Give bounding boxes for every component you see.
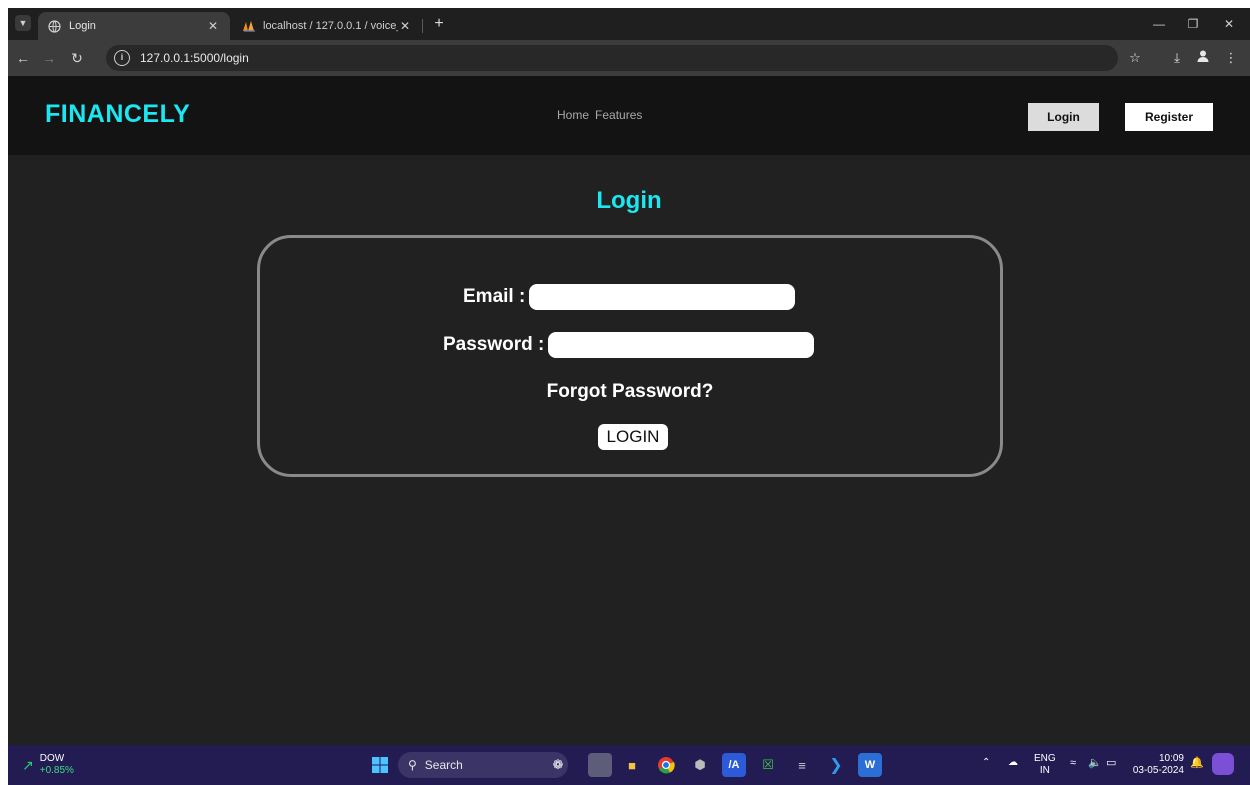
file-explorer-icon[interactable]: ■ [620,753,644,777]
header-register-button[interactable]: Register [1125,103,1213,131]
ticker-change: +0.85% [39,765,74,776]
address-bar[interactable]: i 127.0.0.1:5000/login [106,45,1118,71]
window-close-icon[interactable]: ✕ [1214,14,1244,34]
xbox-icon[interactable]: ☒ [756,753,780,777]
search-highlight-icon[interactable]: ❁ [538,753,578,777]
terminal-icon[interactable]: ≡ [790,753,814,777]
trend-up-icon: ↗ [22,756,34,773]
bookmark-star-icon[interactable]: ☆ [1126,49,1144,67]
url-text: 127.0.0.1:5000/login [140,51,249,65]
ticker-name: DOW [39,753,65,764]
main-nav: Home Features [557,108,642,122]
site-header: FINANCELY Home Features Login Register [8,76,1250,155]
clock[interactable]: 10:09 03-05-2024 [1126,753,1184,777]
forward-icon[interactable]: → [40,49,58,67]
task-view-icon[interactable] [588,753,612,777]
tab-strip: ▼ Login ✕ localhost / 127.0.0.1 / voice_… [8,8,1250,40]
email-label: Email : [463,286,526,307]
vscode-icon[interactable]: ❯ [824,753,848,777]
volume-icon[interactable]: 🔈 [1088,757,1102,769]
reload-icon[interactable]: ↻ [68,49,86,67]
chevron-up-icon[interactable]: ⌃ [982,757,990,769]
search-icon: ⚲ [408,758,417,772]
app-hexagon-icon[interactable]: ⬢ [688,753,712,777]
wifi-icon[interactable]: ≈ [1070,757,1076,769]
page-title: Login [596,187,662,214]
battery-icon[interactable]: ▭ [1106,757,1116,769]
nav-home[interactable]: Home [557,108,589,122]
nav-features[interactable]: Features [595,108,642,122]
login-submit-button[interactable]: LOGIN [598,424,668,450]
tab-title: Login [69,20,96,32]
restore-icon[interactable]: ❐ [1178,14,1208,34]
close-icon[interactable]: ✕ [206,19,220,33]
tab-divider [422,19,423,33]
windows-start-icon[interactable] [368,753,392,777]
language-indicator[interactable]: ENG IN [1034,753,1056,777]
clock-date: 03-05-2024 [1132,765,1184,776]
cloud-icon[interactable]: ☁ [1008,757,1018,769]
back-icon[interactable]: ← [14,49,32,67]
main-content: Login Email : Password : Forgot Password… [8,155,1250,745]
brand-logo[interactable]: FINANCELY [45,100,190,129]
download-icon[interactable]: ⤓ [1168,49,1186,67]
menu-kebab-icon[interactable]: ⋮ [1222,49,1240,67]
tab-search-chevron-icon[interactable]: ▼ [15,15,31,31]
email-row: Email : [463,284,796,310]
lang-top: ENG [1034,753,1056,764]
notification-bell-icon[interactable]: 🔔 [1190,757,1204,769]
lang-bottom: IN [1039,765,1050,776]
password-label: Password : [443,334,545,355]
password-field[interactable] [548,332,815,358]
browser-toolbar: ← → ↻ i 127.0.0.1:5000/login ☆ ⤓ ⋮ [8,40,1250,76]
tab-phpmyadmin[interactable]: localhost / 127.0.0.1 / voice_fina ✕ [232,12,422,40]
close-icon[interactable]: ✕ [398,19,412,33]
app-blue-icon[interactable]: /A [722,753,746,777]
browser-window: ▼ Login ✕ localhost / 127.0.0.1 / voice_… [8,8,1250,785]
search-label: Search [424,758,463,772]
phpmyadmin-icon [242,20,255,33]
header-login-button[interactable]: Login [1028,103,1099,131]
email-field[interactable] [529,284,796,310]
clock-time: 10:09 [1158,753,1184,764]
tab-title: localhost / 127.0.0.1 / voice_fina [263,20,398,32]
new-tab-icon[interactable]: + [430,15,448,33]
site-info-icon[interactable]: i [114,50,130,66]
taskbar: ↗ DOW +0.85% ⚲ Search ❁ ■ ⬢ /A ☒ ≡ ❯ W ⌃… [8,745,1250,785]
profile-icon[interactable] [1194,49,1212,67]
minimize-icon[interactable]: — [1144,14,1174,34]
tab-login[interactable]: Login ✕ [38,12,230,40]
chrome-icon[interactable] [654,753,678,777]
globe-icon [48,19,61,33]
forgot-password-link[interactable]: Forgot Password? [260,381,1000,403]
login-card: Email : Password : Forgot Password? LOGI… [257,235,1003,477]
word-icon[interactable]: W [858,753,882,777]
password-row: Password : [443,332,815,358]
copilot-icon[interactable] [1212,753,1234,775]
stock-widget[interactable]: ↗ DOW +0.85% [22,753,74,777]
